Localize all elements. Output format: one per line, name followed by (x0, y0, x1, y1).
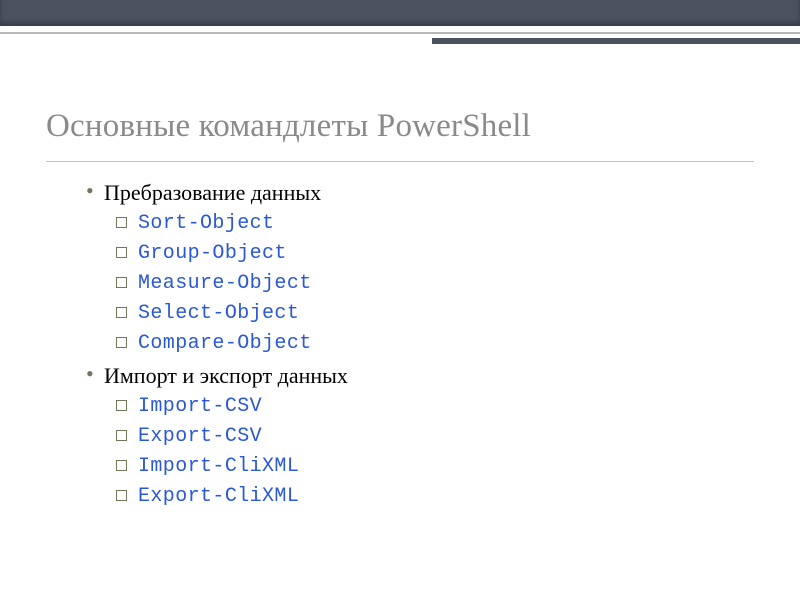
cmdlet-item: Group-Object (116, 240, 754, 267)
rule-thick (432, 38, 800, 44)
cmdlet-item: Select-Object (116, 300, 754, 327)
cmdlet-text: Import-CSV (138, 395, 262, 418)
content-area: Пребразование данных Sort-Object Group-O… (46, 180, 754, 510)
cmdlet-list: Import-CSV Export-CSV Import-CliXML Expo… (86, 393, 754, 510)
section-heading: Пребразование данных (86, 180, 754, 206)
section-heading-text: Пребразование данных (104, 180, 321, 205)
cmdlet-text: Group-Object (138, 242, 287, 265)
cmdlet-item: Export-CSV (116, 423, 754, 450)
cmdlet-text: Sort-Object (138, 212, 274, 235)
cmdlet-item: Compare-Object (116, 330, 754, 357)
cmdlet-item: Import-CliXML (116, 453, 754, 480)
slide-title: Основные командлеты PowerShell (46, 108, 754, 145)
title-divider (46, 161, 754, 162)
rule-thin (0, 32, 800, 34)
cmdlet-text: Export-CSV (138, 425, 262, 448)
cmdlet-item: Sort-Object (116, 210, 754, 237)
section-heading: Импорт и экспорт данных (86, 363, 754, 389)
cmdlet-item: Export-CliXML (116, 483, 754, 510)
slide-body: Основные командлеты PowerShell Пребразов… (0, 48, 800, 510)
cmdlet-item: Measure-Object (116, 270, 754, 297)
cmdlet-item: Import-CSV (116, 393, 754, 420)
section-heading-text: Импорт и экспорт данных (104, 363, 348, 388)
cmdlet-text: Measure-Object (138, 272, 312, 295)
cmdlet-text: Select-Object (138, 302, 299, 325)
cmdlet-list: Sort-Object Group-Object Measure-Object … (86, 210, 754, 357)
cmdlet-text: Export-CliXML (138, 485, 299, 508)
cmdlet-text: Import-CliXML (138, 455, 299, 478)
cmdlet-text: Compare-Object (138, 332, 312, 355)
slide-rule-area (0, 26, 800, 48)
slide-top-bar (0, 0, 800, 26)
